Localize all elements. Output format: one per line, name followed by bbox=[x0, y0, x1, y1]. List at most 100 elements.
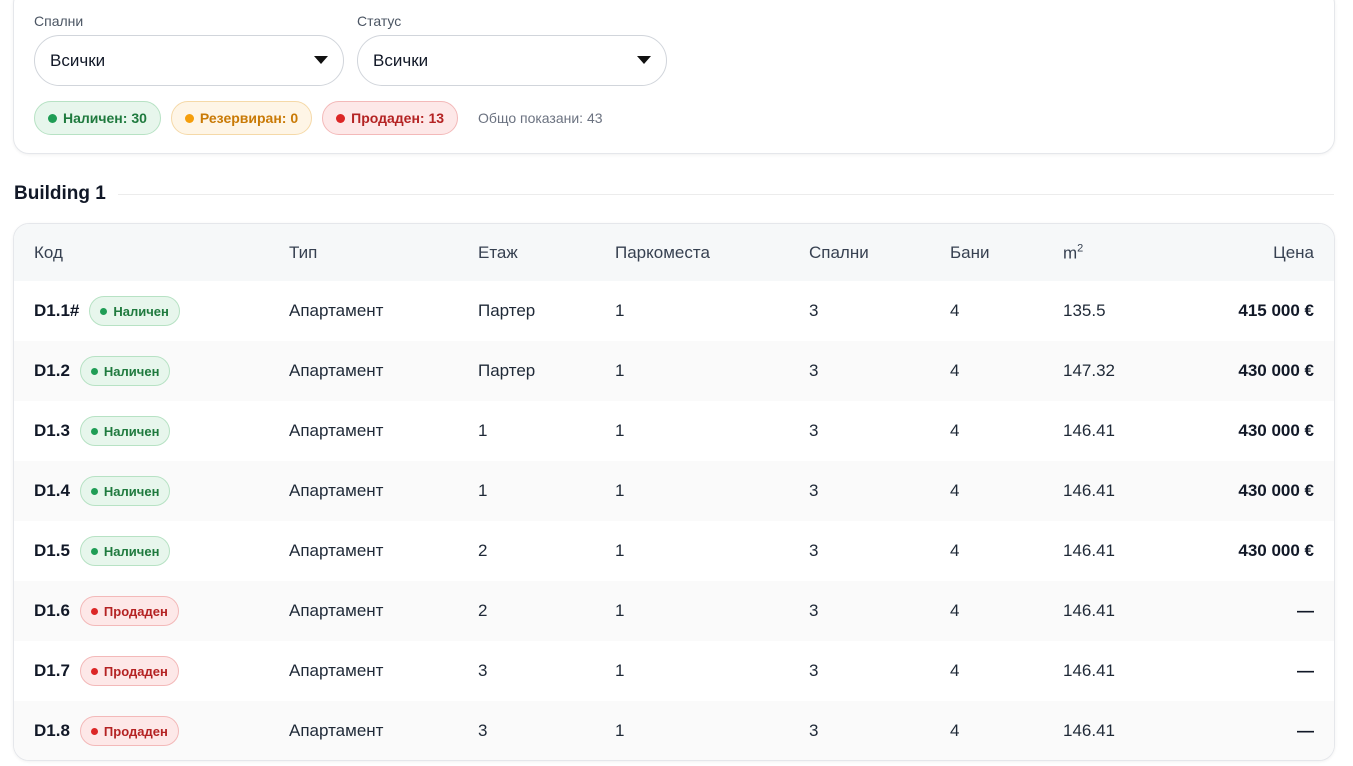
unit-bathrooms: 4 bbox=[950, 721, 960, 740]
status-badge-label: Наличен bbox=[103, 423, 160, 439]
unit-bathrooms: 4 bbox=[950, 661, 960, 680]
unit-type: Апартамент bbox=[289, 541, 384, 560]
unit-code[interactable]: D1.7 bbox=[34, 661, 70, 681]
status-badge: Продаден bbox=[79, 656, 179, 686]
table-row[interactable]: D1.8 Продаден Апартамент 3 1 3 4 146.41 — bbox=[14, 701, 1334, 760]
unit-floor: 3 bbox=[478, 721, 488, 740]
status-filter-select[interactable]: Всички bbox=[357, 35, 667, 86]
unit-bathrooms: 4 bbox=[950, 601, 960, 620]
status-badge-label: Продаден bbox=[103, 663, 168, 679]
unit-type: Апартамент bbox=[289, 301, 384, 320]
status-badge-label: Продаден bbox=[103, 603, 168, 619]
unit-price: 430 000 € bbox=[1238, 361, 1314, 380]
unit-code[interactable]: D1.8 bbox=[34, 721, 70, 741]
unit-bedrooms: 3 bbox=[809, 721, 819, 740]
bedrooms-filter-value: Всички bbox=[50, 50, 106, 70]
status-filter-value: Всички bbox=[373, 50, 429, 70]
status-dot-icon bbox=[90, 487, 98, 495]
column-header-bathrooms[interactable]: Бани bbox=[950, 243, 990, 263]
unit-type: Апартамент bbox=[289, 721, 384, 740]
status-badge: Наличен bbox=[79, 476, 171, 506]
unit-bedrooms: 3 bbox=[809, 541, 819, 560]
column-header-type[interactable]: Тип bbox=[289, 243, 317, 263]
unit-bathrooms: 4 bbox=[950, 481, 960, 500]
unit-code[interactable]: D1.6 bbox=[34, 601, 70, 621]
unit-price: — bbox=[1297, 661, 1314, 680]
unit-area: 147.32 bbox=[1063, 361, 1115, 380]
column-header-area[interactable]: m2 bbox=[1063, 242, 1083, 263]
status-badge-label: Наличен bbox=[103, 483, 160, 499]
unit-floor: 3 bbox=[478, 661, 488, 680]
unit-code-cell: D1.2 Наличен bbox=[34, 356, 171, 386]
reserved-count-pill[interactable]: Резервиран: 0 bbox=[170, 101, 313, 135]
unit-area: 146.41 bbox=[1063, 481, 1115, 500]
unit-code-cell: D1.1# Наличен bbox=[34, 296, 180, 326]
status-badge: Наличен bbox=[79, 416, 171, 446]
unit-code-cell: D1.4 Наличен bbox=[34, 476, 171, 506]
bedrooms-filter-select[interactable]: Всички bbox=[34, 35, 344, 86]
unit-type: Апартамент bbox=[289, 481, 384, 500]
unit-type: Апартамент bbox=[289, 601, 384, 620]
table-row[interactable]: D1.1# Наличен Апартамент Партер 1 3 4 135.5 415 … bbox=[14, 281, 1334, 341]
unit-floor: 2 bbox=[478, 541, 488, 560]
red-dot-icon bbox=[336, 113, 346, 123]
unit-price: 430 000 € bbox=[1238, 541, 1314, 560]
unit-area: 146.41 bbox=[1063, 721, 1115, 740]
column-header-price[interactable]: Цена bbox=[1273, 243, 1314, 263]
table-row[interactable]: D1.7 Продаден Апартамент 3 1 3 4 146.41 — bbox=[14, 641, 1334, 701]
unit-code[interactable]: D1.3 bbox=[34, 421, 70, 441]
unit-code[interactable]: D1.2 bbox=[34, 361, 70, 381]
unit-code[interactable]: D1.4 bbox=[34, 481, 70, 501]
unit-area: 146.41 bbox=[1063, 601, 1115, 620]
status-counts: Наличен: 30 Резервиран: 0 Продаден: 13 О… bbox=[34, 101, 603, 135]
status-badge: Наличен bbox=[89, 296, 180, 326]
status-dot-icon bbox=[90, 727, 98, 735]
unit-area: 146.41 bbox=[1063, 661, 1115, 680]
status-badge-label: Продаден bbox=[103, 723, 168, 739]
status-badge-label: Наличен bbox=[113, 303, 169, 319]
unit-floor: Партер bbox=[478, 361, 536, 380]
amber-dot-icon bbox=[184, 113, 194, 123]
status-badge: Продаден bbox=[79, 716, 179, 746]
sold-count-label: Продаден: 13 bbox=[351, 110, 445, 126]
unit-bedrooms: 3 bbox=[809, 601, 819, 620]
table-row[interactable]: D1.2 Наличен Апартамент Партер 1 3 4 147.32 430 … bbox=[14, 341, 1334, 401]
unit-code-cell: D1.6 Продаден bbox=[34, 596, 179, 626]
status-dot-icon bbox=[100, 307, 108, 315]
status-dot-icon bbox=[90, 607, 98, 615]
unit-area: 146.41 bbox=[1063, 541, 1115, 560]
status-badge: Наличен bbox=[79, 356, 171, 386]
unit-code[interactable]: D1.1# bbox=[34, 301, 79, 321]
chevron-down-icon bbox=[637, 56, 651, 64]
table-row[interactable]: D1.5 Наличен Апартамент 2 1 3 4 146.41 430 000 € bbox=[14, 521, 1334, 581]
unit-bedrooms: 3 bbox=[809, 481, 819, 500]
units-table: Код Тип Етаж Паркоместа Спални Бани m2 Ц… bbox=[13, 223, 1335, 761]
unit-parking: 1 bbox=[615, 421, 625, 440]
status-badge: Наличен bbox=[79, 536, 171, 566]
unit-floor: Партер bbox=[478, 301, 536, 320]
unit-bathrooms: 4 bbox=[950, 301, 960, 320]
table-row[interactable]: D1.3 Наличен Апартамент 1 1 3 4 146.41 430 000 € bbox=[14, 401, 1334, 461]
unit-parking: 1 bbox=[615, 361, 625, 380]
filter-panel: Спални Всички Статус Всички Наличен: 30 … bbox=[13, 0, 1335, 154]
table-header: Код Тип Етаж Паркоместа Спални Бани m2 Ц… bbox=[14, 224, 1334, 281]
unit-bathrooms: 4 bbox=[950, 421, 960, 440]
total-shown-text: Общо показани: 43 bbox=[478, 110, 603, 126]
unit-code[interactable]: D1.5 bbox=[34, 541, 70, 561]
column-header-parking[interactable]: Паркоместа bbox=[615, 243, 710, 263]
sold-count-pill[interactable]: Продаден: 13 bbox=[322, 101, 459, 135]
column-header-code[interactable]: Код bbox=[34, 243, 63, 263]
table-row[interactable]: D1.6 Продаден Апартамент 2 1 3 4 146.41 — bbox=[14, 581, 1334, 641]
unit-parking: 1 bbox=[615, 661, 625, 680]
unit-price: — bbox=[1297, 601, 1314, 620]
building-divider bbox=[118, 194, 1334, 195]
column-header-bedrooms[interactable]: Спални bbox=[809, 243, 869, 263]
status-dot-icon bbox=[90, 367, 98, 375]
table-row[interactable]: D1.4 Наличен Апартамент 1 1 3 4 146.41 430 000 € bbox=[14, 461, 1334, 521]
available-count-pill[interactable]: Наличен: 30 bbox=[34, 101, 161, 135]
unit-code-cell: D1.8 Продаден bbox=[34, 716, 179, 746]
bedrooms-filter-label: Спални bbox=[34, 13, 84, 29]
column-header-floor[interactable]: Етаж bbox=[478, 243, 518, 263]
unit-parking: 1 bbox=[615, 721, 625, 740]
unit-price: 430 000 € bbox=[1238, 421, 1314, 440]
